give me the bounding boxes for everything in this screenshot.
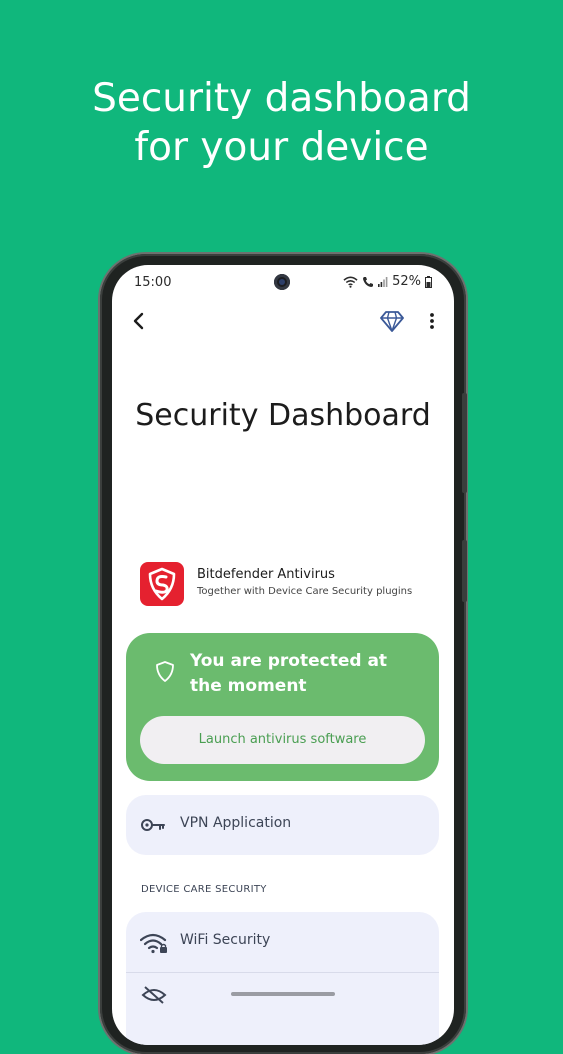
phone-side-button: [462, 393, 467, 493]
battery-percent: 52%: [392, 274, 421, 289]
wifi-security-item[interactable]: WiFi Security: [126, 912, 439, 972]
promo-headline-line1: Security dashboard: [92, 76, 471, 121]
page-title: Security Dashboard: [135, 398, 431, 433]
app-subtitle: Together with Device Care Security plugi…: [197, 586, 413, 597]
signal-icon: [378, 277, 388, 287]
launch-antivirus-button[interactable]: Launch antivirus software: [140, 716, 425, 764]
protection-status-card: You are protected at the moment Launch a…: [126, 633, 439, 781]
shield-b-icon: [148, 567, 176, 601]
vpn-application-label: VPN Application: [180, 815, 292, 831]
promo-headline: Security dashboard for your device: [0, 74, 563, 172]
premium-button[interactable]: [378, 307, 406, 335]
wifi-calling-icon: [363, 276, 374, 287]
more-options-button[interactable]: [422, 307, 442, 335]
status-bar: 15:00 52%: [112, 265, 454, 301]
app-bar: [112, 301, 454, 341]
wifi-icon: [343, 276, 358, 288]
eye-off-icon: [141, 986, 167, 1004]
more-vertical-icon: [430, 313, 434, 329]
section-header-device-care: DEVICE CARE SECURITY: [141, 884, 267, 895]
back-arrow-icon: [133, 312, 144, 330]
back-button[interactable]: [126, 307, 154, 335]
shield-icon: [156, 661, 174, 682]
key-icon: [141, 819, 165, 831]
status-icons: 52%: [343, 274, 432, 289]
wifi-security-label: WiFi Security: [180, 932, 271, 948]
wifi-lock-icon: [140, 933, 167, 954]
home-indicator: [231, 992, 335, 996]
front-camera: [274, 274, 290, 290]
list-divider: [126, 972, 439, 973]
protection-status-text: You are protected at the moment: [190, 651, 388, 696]
diamond-icon: [380, 311, 404, 332]
promo-headline-line2: for your device: [134, 125, 429, 170]
app-info-row: Bitdefender Antivirus Together with Devi…: [140, 562, 440, 608]
battery-icon: [425, 275, 432, 288]
device-care-list: WiFi Security: [126, 912, 439, 1045]
bitdefender-logo: [140, 562, 184, 606]
vpn-application-item[interactable]: VPN Application: [126, 795, 439, 855]
phone-screen: 15:00 52% Security Dashboard Bitdefender…: [112, 265, 454, 1045]
app-name: Bitdefender Antivirus: [197, 567, 335, 582]
phone-side-button: [462, 540, 467, 602]
status-time: 15:00: [134, 275, 172, 290]
